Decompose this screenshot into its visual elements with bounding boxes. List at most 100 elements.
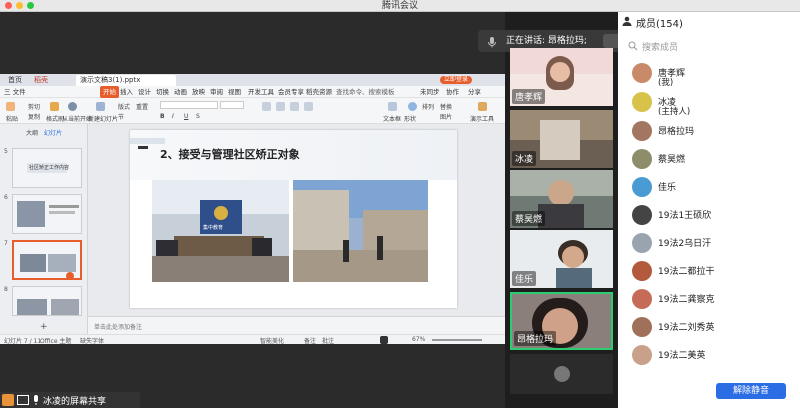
italic-button[interactable]: I xyxy=(172,113,174,120)
slide-thumbnail[interactable] xyxy=(12,194,82,234)
command-search[interactable]: 查找命令、搜索模板 xyxy=(336,86,395,98)
collaborate-button[interactable]: 协作 xyxy=(446,86,459,98)
zoom-slider[interactable] xyxy=(432,339,482,341)
avatar xyxy=(632,261,652,281)
section-button[interactable]: 节 xyxy=(118,112,124,121)
missing-fonts[interactable]: 缺失字体 xyxy=(80,336,104,345)
video-name: 佳乐 xyxy=(512,271,537,286)
share-button[interactable]: 分享 xyxy=(468,86,481,98)
slide-sign-text: 集中教育 xyxy=(203,225,224,231)
ribbon-tab-transition[interactable]: 切换 xyxy=(156,86,169,98)
current-slide[interactable]: 2、接受与管理社区矫正对象 集中教育 xyxy=(130,130,457,308)
paste-icon[interactable] xyxy=(6,102,15,111)
unsynced-status[interactable]: 未同步 xyxy=(420,86,440,98)
bold-button[interactable]: B xyxy=(160,113,165,120)
textbox-icon[interactable] xyxy=(388,102,397,111)
align-left-icon[interactable] xyxy=(262,102,271,111)
cut-button[interactable]: 剪切 xyxy=(28,102,40,111)
avatar xyxy=(632,149,652,169)
comment-button[interactable]: 批注 xyxy=(322,336,334,345)
layout-button[interactable]: 版式 xyxy=(118,102,130,111)
members-panel: 成员(154) 搜索成员 唐孝辉 (我) 冰凌 (主持人) 昂格拉玛 蔡昊燃 佳乐 … xyxy=(618,12,800,408)
paste-button[interactable]: 粘贴 xyxy=(6,114,18,123)
underline-button[interactable]: U xyxy=(184,113,188,120)
video-tile-active-speaker[interactable]: 昂格拉玛 xyxy=(510,292,613,350)
slide-heading: 2、接受与管理社区矫正对象 xyxy=(160,148,300,161)
members-title: 成员(154) xyxy=(636,19,683,30)
ribbon-tab-developer[interactable]: 开发工具 xyxy=(248,86,274,98)
member-row[interactable]: 19法二刘秀英 xyxy=(632,316,792,338)
ribbon-tab-animation[interactable]: 动画 xyxy=(174,86,187,98)
search-icon xyxy=(628,41,638,51)
textbox-button[interactable]: 文本框 xyxy=(383,114,401,123)
ribbon-tab-slideshow[interactable]: 放映 xyxy=(192,86,205,98)
justify-icon[interactable] xyxy=(304,102,313,111)
align-right-icon[interactable] xyxy=(290,102,299,111)
member-row[interactable]: 19法二龚察克 xyxy=(632,288,792,310)
tab-document[interactable]: 演示文稿3(1).pptx xyxy=(76,75,176,86)
slide-thumbnail-active[interactable] xyxy=(12,240,82,280)
member-row[interactable]: 唐孝辉 (我) xyxy=(632,62,792,88)
video-tile[interactable]: 佳乐 xyxy=(510,230,613,288)
font-select[interactable] xyxy=(160,101,218,109)
reset-button[interactable]: 重置 xyxy=(136,102,148,111)
member-row[interactable]: 19法1王硕欣 xyxy=(632,204,792,226)
member-name: 19法1王硕欣 xyxy=(658,211,712,221)
video-tile[interactable]: 冰凌 xyxy=(510,110,613,168)
thumb-number: 7 xyxy=(4,240,8,247)
tab-docer[interactable]: 稻壳 xyxy=(30,75,52,86)
ribbon-tab-start[interactable]: 开始 xyxy=(100,86,119,98)
align-center-icon[interactable] xyxy=(276,102,285,111)
unmute-button[interactable]: 解除静音 xyxy=(716,383,786,399)
avatar xyxy=(632,205,652,225)
arrange-button[interactable]: 排列 xyxy=(422,102,434,111)
slide-editing-area: 2、接受与管理社区矫正对象 集中教育 单击此处添加备注 xyxy=(88,124,505,334)
member-row[interactable]: 19法二美英 xyxy=(632,344,792,366)
member-row[interactable]: 19法2乌日汗 xyxy=(632,232,792,254)
shape-button[interactable]: 形状 xyxy=(404,114,416,123)
ribbon-tab-file[interactable]: 三 文件 xyxy=(4,86,26,98)
new-slide-button[interactable]: 新建幻灯片 xyxy=(88,114,118,123)
member-name: 蔡昊燃 xyxy=(658,155,686,165)
ribbon-tab-insert[interactable]: 插入 xyxy=(120,86,133,98)
presentation-tools-button[interactable]: 演示工具 xyxy=(470,114,494,123)
play-icon[interactable] xyxy=(68,102,77,111)
new-slide-icon[interactable] xyxy=(96,102,105,111)
outline-tab[interactable]: 大纲 xyxy=(26,128,38,137)
tab-home[interactable]: 首页 xyxy=(4,75,26,86)
shape-icon[interactable] xyxy=(408,102,417,111)
slide-thumbnail[interactable]: 社区矫正工作内容 xyxy=(12,148,82,188)
ribbon-tab-review[interactable]: 审阅 xyxy=(210,86,223,98)
video-tile[interactable]: 唐孝辉 xyxy=(510,48,613,106)
member-search[interactable]: 搜索成员 xyxy=(626,38,792,54)
copy-button[interactable]: 复制 xyxy=(28,112,40,121)
video-tile[interactable]: 蔡昊燃 xyxy=(510,170,613,228)
ribbon-tab-design[interactable]: 设计 xyxy=(138,86,151,98)
presentation-tools-icon[interactable] xyxy=(478,102,487,111)
member-row[interactable]: 19法二都拉干 xyxy=(632,260,792,282)
login-button[interactable]: 立即登录 xyxy=(440,76,473,84)
thumb-title: 社区矫正工作内容 xyxy=(29,165,70,171)
picture-button[interactable]: 图片 xyxy=(440,112,452,121)
member-row[interactable]: 佳乐 xyxy=(632,176,792,198)
ribbon-tab-view[interactable]: 视图 xyxy=(228,86,241,98)
avatar xyxy=(632,289,652,309)
slideshow-play-icon[interactable] xyxy=(380,336,388,344)
strikethrough-button[interactable]: S xyxy=(196,113,200,120)
ribbon-tab-docer[interactable]: 稻壳资源 xyxy=(306,86,332,98)
replace-button[interactable]: 替换 xyxy=(440,102,452,111)
slides-tab[interactable]: 幻灯片 xyxy=(44,128,62,137)
add-slide-icon[interactable]: + xyxy=(40,322,48,332)
member-row[interactable]: 昂格拉玛 xyxy=(632,120,792,142)
slide-thumbnail[interactable] xyxy=(12,286,82,316)
font-size-select[interactable] xyxy=(220,101,244,109)
smart-beautify-button[interactable]: 智能美化 xyxy=(260,336,284,345)
notes-button[interactable]: 备注 xyxy=(304,336,316,345)
member-row[interactable]: 冰凌 (主持人) xyxy=(632,91,792,117)
notes-area[interactable]: 单击此处添加备注 xyxy=(88,316,505,334)
avatar xyxy=(632,92,652,112)
member-row[interactable]: 蔡昊燃 xyxy=(632,148,792,170)
member-name: 佳乐 xyxy=(658,183,677,193)
format-painter-icon[interactable] xyxy=(50,102,59,111)
ribbon-tab-member[interactable]: 会员专享 xyxy=(278,86,304,98)
